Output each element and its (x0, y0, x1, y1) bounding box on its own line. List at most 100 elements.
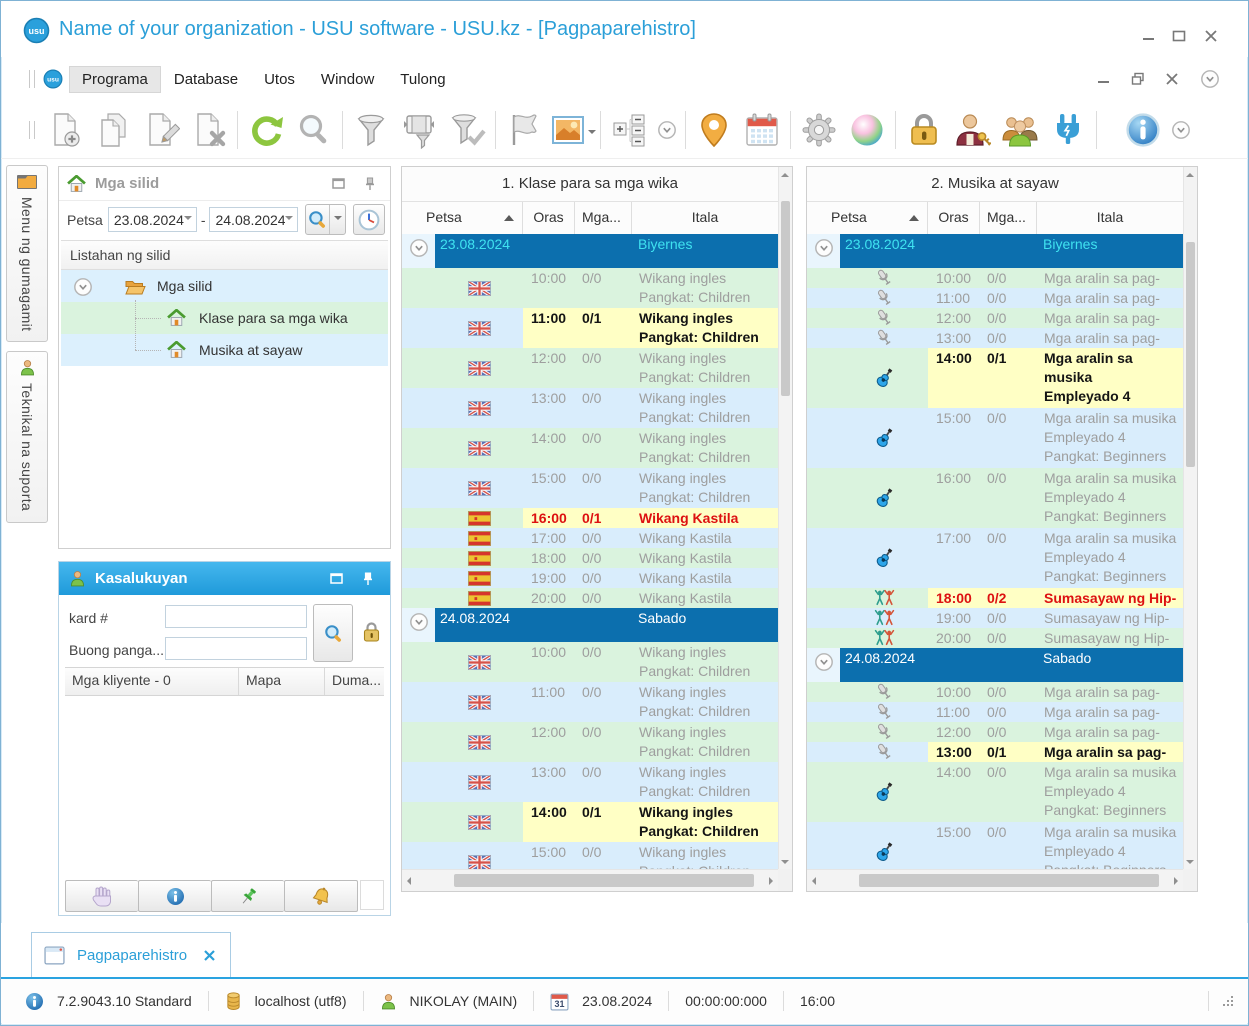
group-row[interactable]: 24.08.2024Sabado (402, 608, 778, 642)
schedule-row[interactable]: 10:000/0Mga aralin sa pag-awit (807, 682, 1183, 702)
column-header-mga[interactable]: Mga... (980, 202, 1037, 234)
schedule-row[interactable]: 17:000/0Wikang Kastila (402, 528, 778, 548)
search-dropdown[interactable] (330, 205, 345, 234)
date-from-combo[interactable]: 23.08.2024 (108, 207, 197, 232)
scroll-left-button[interactable] (807, 873, 821, 888)
info-icon[interactable] (25, 992, 44, 1011)
schedule-row[interactable]: 11:000/1Wikang inglesPangkat: Children (402, 308, 778, 348)
schedule-row[interactable]: 10:000/0Wikang inglesPangkat: Children (402, 268, 778, 308)
delete-document-button[interactable] (185, 106, 233, 154)
column-header-oras[interactable]: Oras (523, 202, 575, 234)
tree-item-languages[interactable]: Klase para sa mga wika (61, 302, 388, 334)
edit-document-button[interactable] (137, 106, 185, 154)
mdi-close-button[interactable] (1162, 70, 1182, 88)
schedule-row[interactable]: 20:000/0Wikang Kastila (402, 588, 778, 608)
scrollbar-thumb[interactable] (781, 201, 790, 396)
group-collapse-icon[interactable] (409, 612, 429, 632)
date-to-combo[interactable]: 24.08.2024 (209, 207, 298, 232)
user-key-button[interactable] (948, 106, 996, 154)
scrollbar-thumb[interactable] (1186, 242, 1195, 467)
user-group-button[interactable] (996, 106, 1044, 154)
arrivals-column-header[interactable]: Duma... (325, 668, 384, 695)
scroll-down-button[interactable] (778, 854, 792, 869)
schedule-row[interactable]: 12:000/0Wikang inglesPangkat: Children (402, 722, 778, 762)
panel-pin-button[interactable] (358, 174, 382, 194)
group-collapse-icon[interactable] (409, 238, 429, 258)
close-button[interactable] (1200, 27, 1222, 45)
pin-button[interactable] (211, 880, 284, 912)
toolbar-drag-handle[interactable] (29, 70, 35, 88)
calendar-button[interactable] (738, 106, 786, 154)
schedule-row[interactable]: 14:000/0Wikang inglesPangkat: Children (402, 428, 778, 468)
horizontal-scrollbar[interactable] (402, 869, 778, 891)
schedule-row[interactable]: 16:000/0Mga aralin sa musikaEmpleyado 4P… (807, 468, 1183, 528)
group-row[interactable]: 23.08.2024Biyernes (807, 234, 1183, 268)
bell-button[interactable] (284, 880, 358, 912)
map-pin-button[interactable] (690, 106, 738, 154)
row-heights-button[interactable] (605, 106, 653, 154)
scroll-down-button[interactable] (1183, 854, 1197, 869)
room-list-header[interactable]: Listahan ng silid (61, 240, 388, 270)
sidebar-tab-user-menu[interactable]: Menu ng gumagamit (6, 165, 48, 342)
schedule-row[interactable]: 15:000/0Wikang inglesPangkat: Children (402, 468, 778, 508)
schedule-row[interactable]: 15:000/0Mga aralin sa musikaEmpleyado 4P… (807, 408, 1183, 468)
panel-pin-button[interactable] (356, 569, 380, 589)
schedule-row[interactable]: 14:000/1Mga aralin sa musikaEmpleyado 4P… (807, 348, 1183, 408)
schedule-row[interactable]: 11:000/0Mga aralin sa pag-awit (807, 702, 1183, 722)
card-number-input[interactable] (165, 605, 307, 628)
scroll-left-button[interactable] (402, 873, 416, 888)
info-button[interactable] (138, 880, 211, 912)
rooms-search-button[interactable] (305, 204, 346, 235)
schedule-row[interactable]: 10:000/0Wikang inglesPangkat: Children (402, 642, 778, 682)
schedule-row[interactable]: 12:000/0Wikang inglesPangkat: Children (402, 348, 778, 388)
schedule-row[interactable]: 14:000/1Wikang inglesPangkat: Children (402, 802, 778, 842)
window-filter-button[interactable] (395, 106, 443, 154)
schedule-row[interactable]: 18:000/0Wikang Kastila (402, 548, 778, 568)
client-search-button[interactable] (313, 604, 353, 662)
schedule-row[interactable]: 15:000/0Wikang inglesPangkat: Children (402, 842, 778, 869)
tree-root-row[interactable]: Mga silid (61, 270, 388, 302)
vertical-scrollbar[interactable] (778, 167, 792, 869)
new-document-button[interactable] (41, 106, 89, 154)
tab-pagpaparehistro[interactable]: Pagpaparehistro (31, 932, 231, 977)
scrollbar-thumb[interactable] (859, 874, 1159, 887)
refresh-button[interactable] (242, 106, 290, 154)
column-header-mga[interactable]: Mga... (575, 202, 632, 234)
panel-maximize-button[interactable] (326, 174, 350, 194)
toolbar-drag-handle[interactable] (29, 121, 35, 139)
schedule-row[interactable]: 12:000/0Mga aralin sa pag-awit (807, 308, 1183, 328)
menu-utos[interactable]: Utos (251, 66, 308, 93)
group-row[interactable]: 23.08.2024Biyernes (402, 234, 778, 268)
full-name-input[interactable] (165, 637, 307, 660)
calendar-icon[interactable]: 31 (550, 992, 569, 1011)
schedule-row[interactable]: 10:000/0Mga aralin sa pag-awit (807, 268, 1183, 288)
schedule-row[interactable]: 13:000/0Wikang inglesPangkat: Children (402, 388, 778, 428)
schedule-row[interactable]: 11:000/0Wikang inglesPangkat: Children (402, 682, 778, 722)
schedule-row[interactable]: 12:000/0Mga aralin sa pag-awit (807, 722, 1183, 742)
plug-button[interactable] (1044, 106, 1092, 154)
scroll-up-button[interactable] (1183, 167, 1197, 182)
schedule-row[interactable]: 19:000/0Wikang Kastila (402, 568, 778, 588)
clients-column-header[interactable]: Mga kliyente - 0 (65, 668, 239, 695)
maximize-button[interactable] (1168, 27, 1190, 45)
lock-button[interactable] (900, 106, 948, 154)
minimize-button[interactable] (1138, 27, 1160, 45)
settings-gear-button[interactable] (795, 106, 843, 154)
info-button[interactable] (1119, 106, 1167, 154)
column-header-petsa[interactable]: Petsa (807, 202, 928, 234)
column-header-itala[interactable]: Itala (1037, 202, 1183, 234)
group-row[interactable]: 24.08.2024Sabado (807, 648, 1183, 682)
schedule-row[interactable]: 20:000/0Sumasayaw ng Hip-hop (807, 628, 1183, 648)
filter-check-button[interactable] (443, 106, 491, 154)
column-header-petsa[interactable]: Petsa (402, 202, 523, 234)
color-sphere-button[interactable] (843, 106, 891, 154)
horizontal-scrollbar[interactable] (807, 869, 1183, 891)
schedule-row[interactable]: 13:000/0Mga aralin sa pag-awit (807, 328, 1183, 348)
vertical-scrollbar[interactable] (1183, 167, 1197, 869)
quick-input-box[interactable] (360, 880, 384, 910)
filter-button[interactable] (347, 106, 395, 154)
menu-programa[interactable]: Programa (69, 66, 161, 93)
scroll-right-button[interactable] (764, 873, 778, 888)
collapse-icon[interactable] (73, 277, 93, 297)
scroll-right-button[interactable] (1169, 873, 1183, 888)
